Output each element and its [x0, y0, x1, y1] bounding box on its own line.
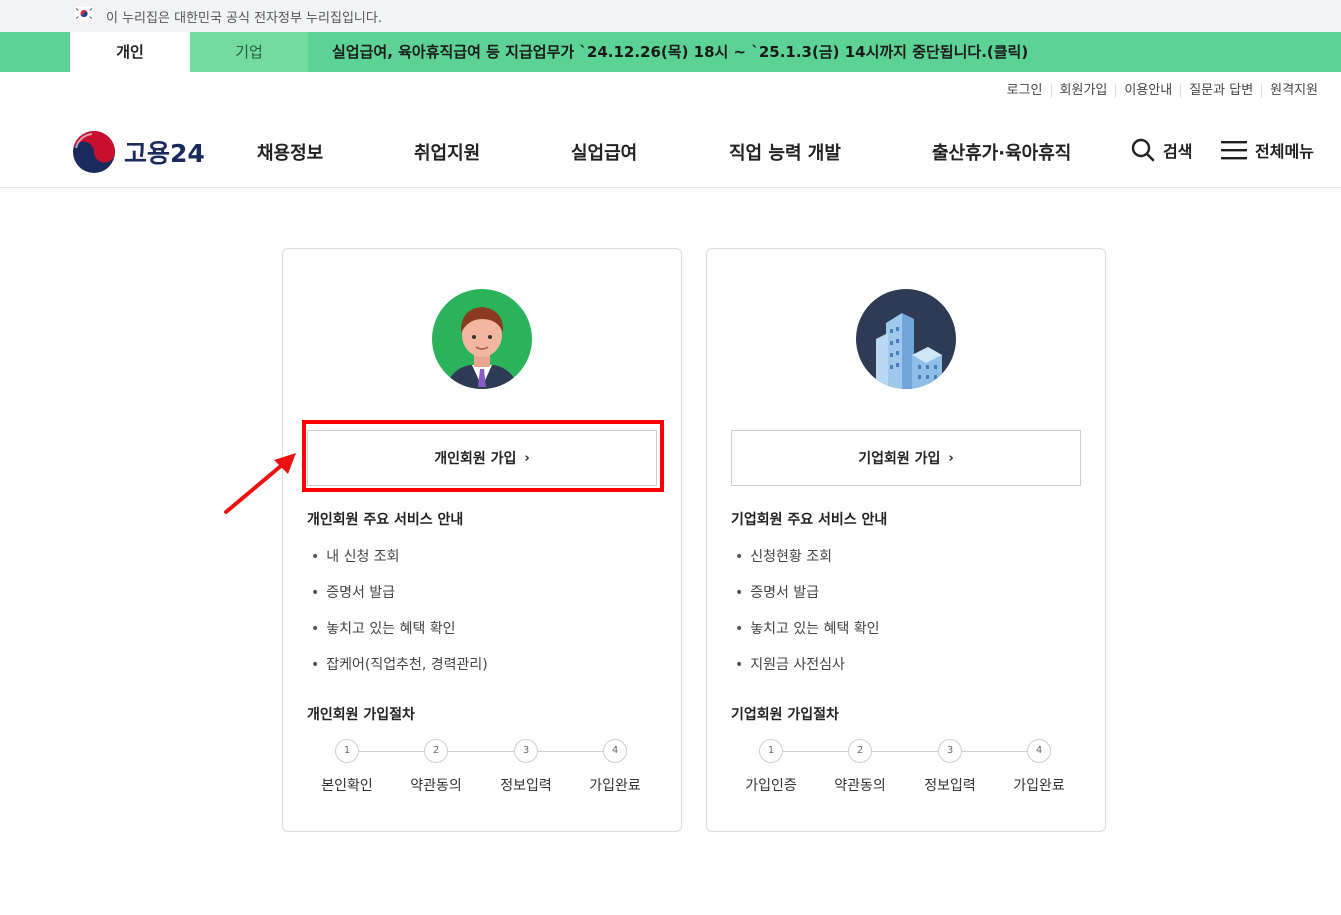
- personal-member-card: 개인회원 가입 › 개인회원 주요 서비스 안내 내 신청 조회 증명서 발급 …: [282, 248, 682, 832]
- site-logo[interactable]: 고용24: [72, 130, 205, 174]
- step-number: 4: [603, 739, 627, 763]
- step-number: 1: [335, 739, 359, 763]
- personal-services-title: 개인회원 주요 서비스 안내: [307, 512, 464, 528]
- step-label: 정보입력: [924, 778, 976, 794]
- step-label: 본인확인: [321, 778, 373, 794]
- gov-banner: 이 누리집은 대한민국 공식 전자정부 누리집입니다.: [0, 0, 1341, 32]
- notice-bar: 개인 기업 실업급여, 육아휴직급여 등 지급업무가 `24.12.26(목) …: [0, 32, 1341, 72]
- tab-personal[interactable]: 개인: [70, 32, 190, 72]
- signup-link[interactable]: 회원가입: [1050, 84, 1116, 98]
- list-item: 놓치고 있는 혜택 확인: [311, 619, 488, 655]
- logo-text: 고용24: [124, 139, 205, 168]
- step-connector: [347, 751, 617, 752]
- all-menu-label: 전체메뉴: [1255, 142, 1314, 161]
- list-item: 증명서 발급: [735, 583, 880, 619]
- list-item: 증명서 발급: [311, 583, 488, 619]
- step-label: 약관동의: [834, 778, 886, 794]
- business-member-card: 기업회원 가입 › 기업회원 주요 서비스 안내 신청현황 조회 증명서 발급 …: [706, 248, 1106, 832]
- personal-process-title: 개인회원 가입절차: [307, 707, 415, 723]
- step-number: 3: [514, 739, 538, 763]
- step-label: 정보입력: [500, 778, 552, 794]
- list-item: 잡케어(직업추천, 경력관리): [311, 655, 488, 691]
- business-services-title: 기업회원 주요 서비스 안내: [731, 512, 888, 528]
- search-icon: [1131, 138, 1155, 162]
- main-header: 고용24 채용정보 취업지원 실업급여 직업 능력 개발 출산휴가·육아휴직 검…: [0, 112, 1341, 188]
- building-icon: [856, 289, 956, 389]
- remote-support-link[interactable]: 원격지원: [1261, 84, 1318, 98]
- guide-link[interactable]: 이용안내: [1115, 84, 1180, 98]
- nav-job-info[interactable]: 채용정보: [257, 139, 323, 165]
- search-button[interactable]: 검색: [1131, 138, 1192, 162]
- person-avatar-icon: [432, 289, 532, 389]
- list-item: 신청현황 조회: [735, 547, 880, 583]
- search-label: 검색: [1163, 142, 1193, 161]
- personal-join-steps: 1 2 3 4 본인확인 약관동의 정보입력 가입완료: [307, 739, 657, 799]
- list-item: 내 신청 조회: [311, 547, 488, 583]
- utility-links: 로그인 회원가입 이용안내 질문과 답변 원격지원: [999, 84, 1318, 98]
- personal-services-list: 내 신청 조회 증명서 발급 놓치고 있는 혜택 확인 잡케어(직업추천, 경력…: [311, 547, 488, 691]
- step-number: 2: [848, 739, 872, 763]
- login-link[interactable]: 로그인: [999, 84, 1051, 98]
- nav-unemployment-benefit[interactable]: 실업급여: [571, 139, 637, 165]
- business-process-title: 기업회원 가입절차: [731, 707, 839, 723]
- tab-business[interactable]: 기업: [190, 32, 308, 72]
- red-arrow-icon: [224, 453, 296, 514]
- korea-flag-icon: [74, 6, 94, 21]
- hamburger-icon: [1221, 141, 1247, 160]
- step-number: 1: [759, 739, 783, 763]
- step-label: 가입완료: [589, 778, 641, 794]
- step-connector: [771, 751, 1041, 752]
- list-item: 지원금 사전심사: [735, 655, 880, 691]
- step-number: 3: [938, 739, 962, 763]
- step-label: 가입인증: [745, 778, 797, 794]
- business-join-steps: 1 2 3 4 가입인증 약관동의 정보입력 가입완료: [731, 739, 1081, 799]
- gov-emblem-icon: [73, 131, 115, 173]
- qna-link[interactable]: 질문과 답변: [1180, 84, 1261, 98]
- step-number: 2: [424, 739, 448, 763]
- highlight-box: [302, 420, 664, 492]
- step-label: 약관동의: [410, 778, 462, 794]
- nav-parental-leave[interactable]: 출산휴가·육아휴직: [932, 139, 1071, 165]
- business-services-list: 신청현황 조회 증명서 발급 놓치고 있는 혜택 확인 지원금 사전심사: [735, 547, 880, 691]
- step-number: 4: [1027, 739, 1051, 763]
- list-item: 놓치고 있는 혜택 확인: [735, 619, 879, 655]
- all-menu-button[interactable]: 전체메뉴: [1221, 138, 1314, 162]
- business-join-button[interactable]: 기업회원 가입 ›: [731, 430, 1081, 486]
- notice-link[interactable]: 실업급여, 육아휴직급여 등 지급업무가 `24.12.26(목) 18시 ~ …: [332, 32, 1028, 72]
- business-join-label: 기업회원 가입: [858, 451, 941, 467]
- step-label: 가입완료: [1013, 778, 1065, 794]
- gov-banner-text: 이 누리집은 대한민국 공식 전자정부 누리집입니다.: [106, 11, 382, 26]
- chevron-right-icon: ›: [948, 450, 954, 466]
- nav-employment-support[interactable]: 취업지원: [414, 139, 480, 165]
- nav-skills-development[interactable]: 직업 능력 개발: [729, 139, 841, 165]
